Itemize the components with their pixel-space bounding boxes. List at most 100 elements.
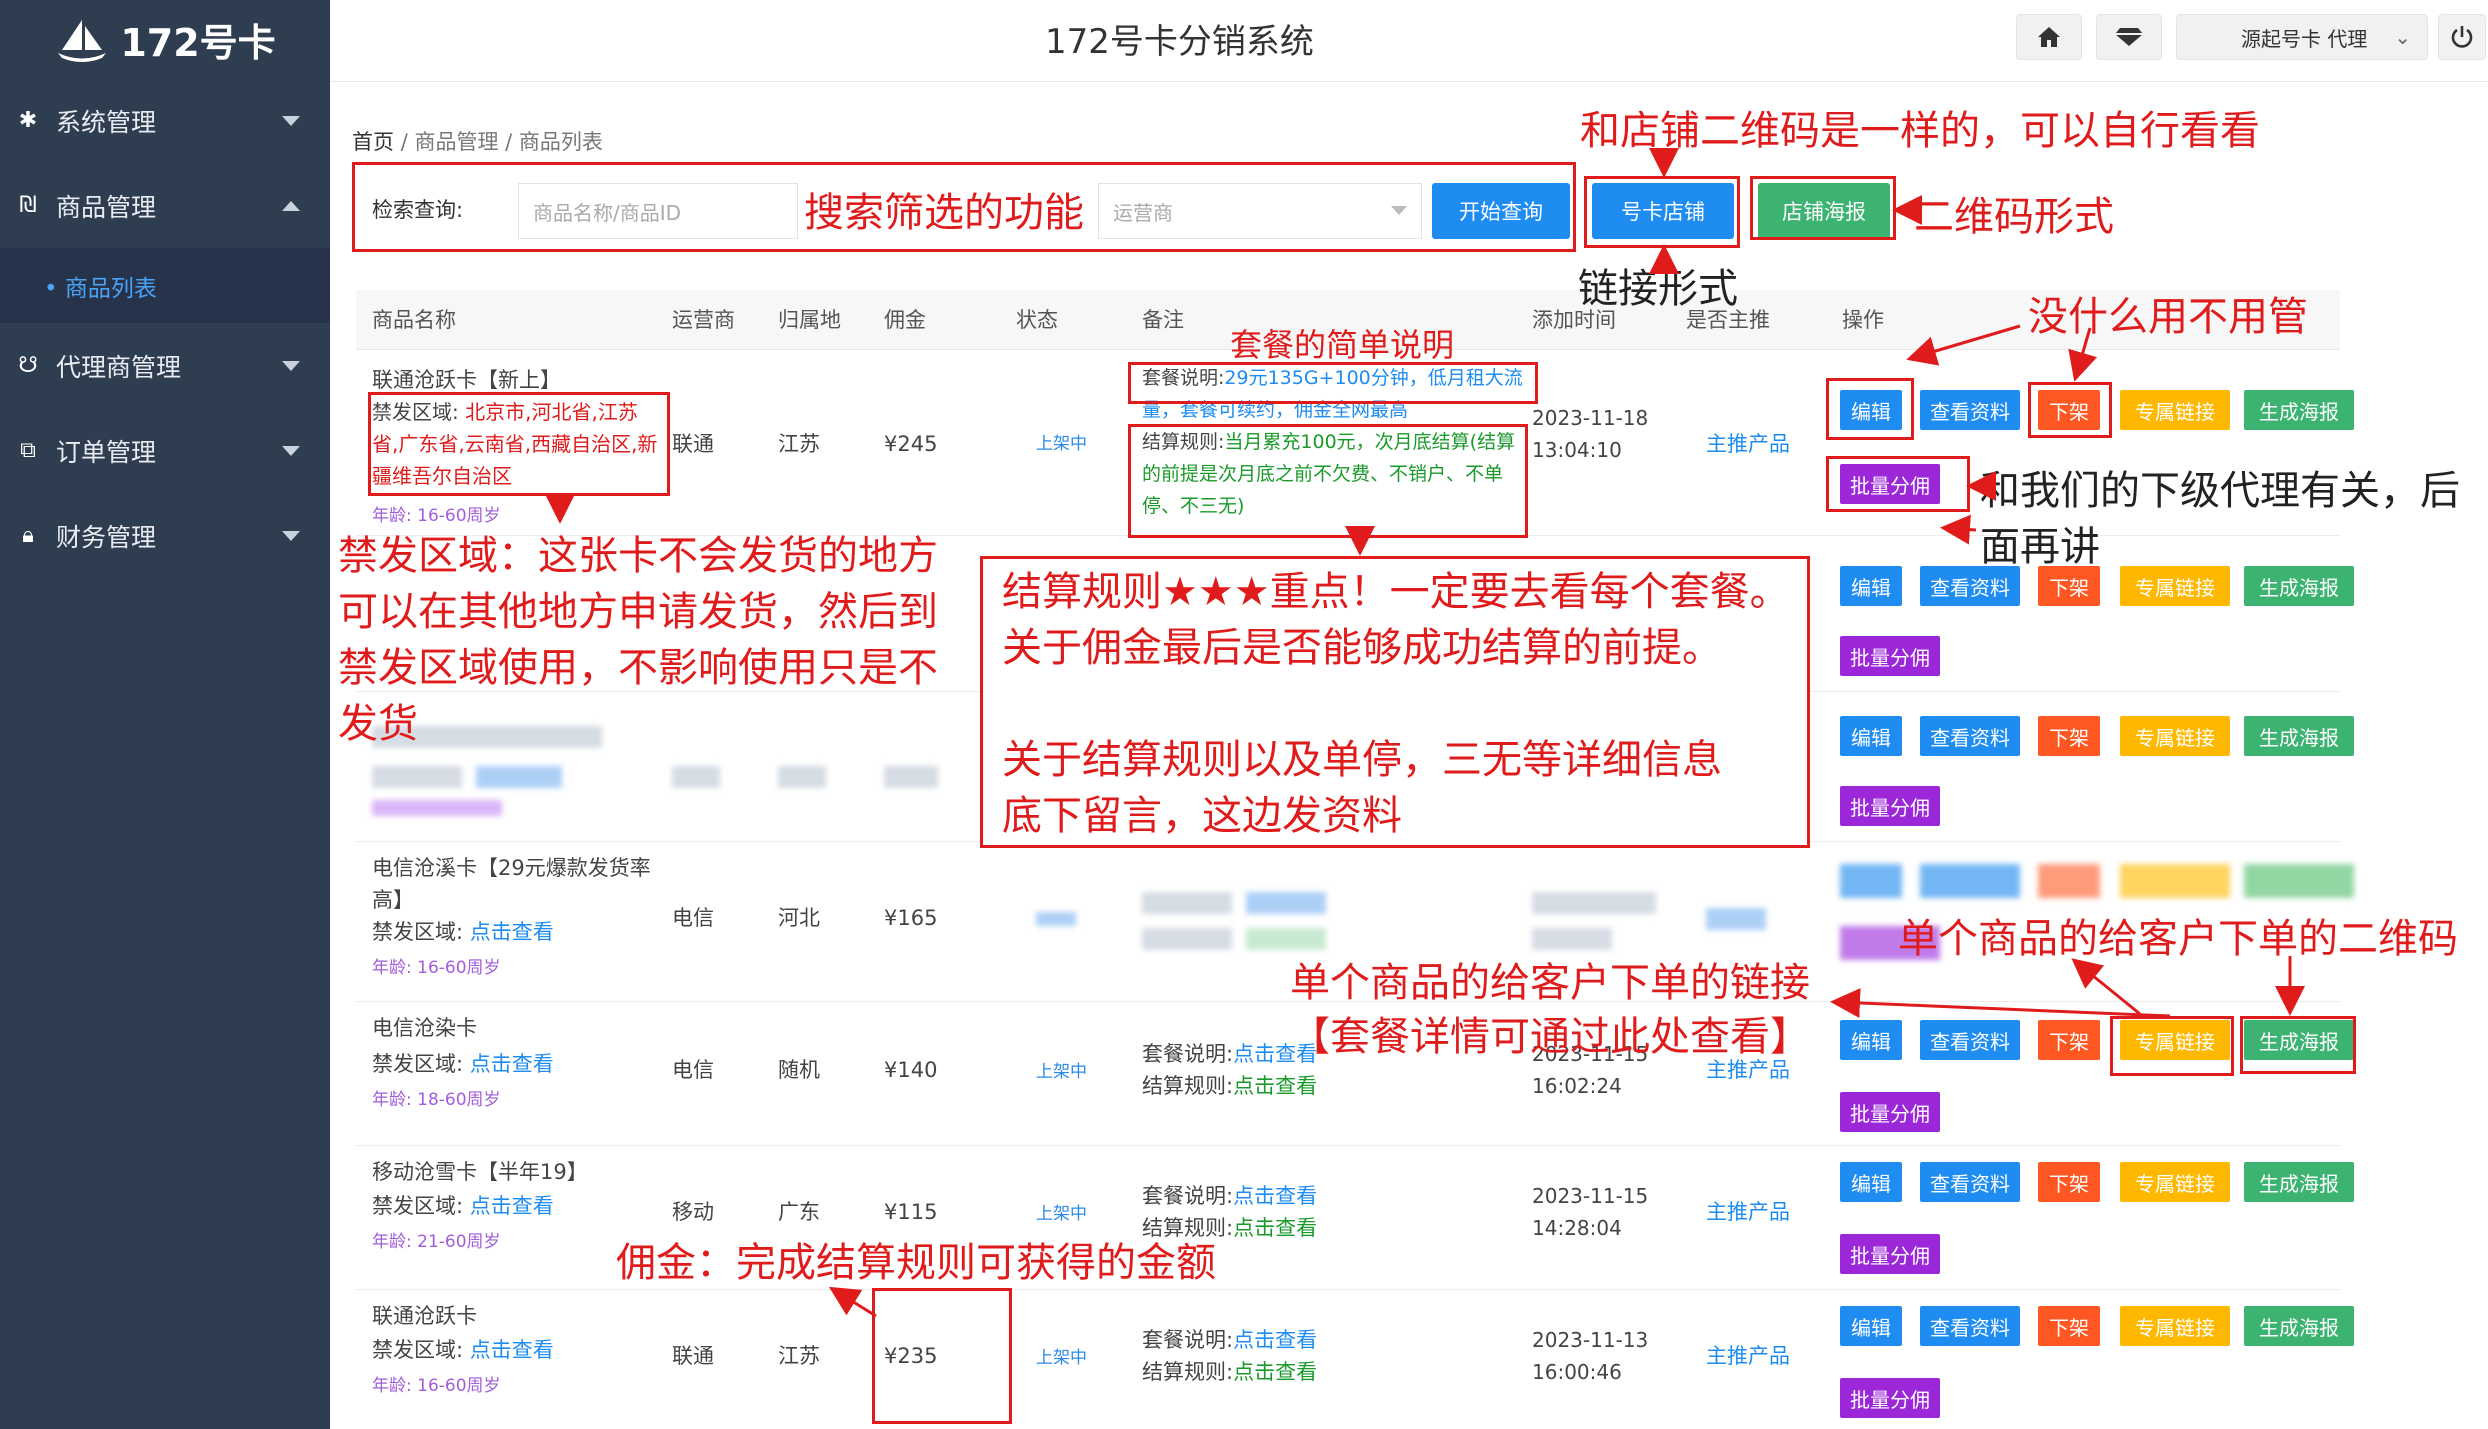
settle-rule-link[interactable]: 点击查看 [1233,1074,1317,1098]
batch-commission-button[interactable]: 批量分佣 [1840,1378,1940,1418]
annotation-box-batch [1826,456,1970,512]
settle-rule: 结算规则:点击查看 [1142,1356,1317,1388]
ban-area: 禁发区域: 点击查看 [372,916,554,948]
blurred-button[interactable] [1840,864,1902,898]
user-menu[interactable]: 源起号卡 代理 ⌄ [2176,14,2428,60]
exclusive-link-button[interactable]: 专属链接 [2120,1306,2230,1346]
plan-desc: 套餐说明:点击查看 [1142,1180,1317,1212]
exclusive-link-button[interactable]: 专属链接 [2120,1162,2230,1202]
view-info-button[interactable]: 查看资料 [1920,390,2020,430]
user-label: 源起号卡 代理 [2241,26,2368,51]
sidebar-subitem-product-list[interactable]: • 商品列表 [0,248,330,323]
breadcrumb: 首页 / 商品管理 / 商品列表 [352,126,603,156]
logo[interactable]: 172号卡 [0,0,330,78]
product-name: 联通沧跃卡 [372,1304,477,1328]
age-range: 年龄: 16-60周岁 [372,1376,501,1396]
ban-area-link[interactable]: 点击查看 [470,920,554,944]
ban-area: 禁发区域: 点击查看 [372,1334,554,1366]
ban-area-link[interactable]: 点击查看 [470,1052,554,1076]
logout-button[interactable] [2438,14,2486,60]
view-info-button[interactable]: 查看资料 [1920,1162,2020,1202]
batch-commission-button[interactable]: 批量分佣 [1840,786,1940,826]
view-info-button[interactable]: 查看资料 [1920,716,2020,756]
sidebar-item-order[interactable]: ⧉ 订单管理 [0,408,330,493]
edit-button[interactable]: 编辑 [1840,716,1902,756]
plan-desc: 套餐说明:点击查看 [1142,1324,1317,1356]
blurred-text [372,766,462,788]
sidebar-item-finance[interactable]: 🔒︎ 财务管理 [0,493,330,578]
breadcrumb-level1[interactable]: 商品管理 [414,130,498,154]
annotation-link-form: 链接形式 [1578,266,1738,312]
sidebar-item-product[interactable]: ₪ 商品管理 [0,163,330,248]
plan-desc-label: 套餐说明: [1142,1328,1234,1352]
settle-rule-link[interactable]: 点击查看 [1233,1216,1317,1240]
view-info-button[interactable]: 查看资料 [1920,566,2020,606]
top-bar: 172号卡分销系统 源起号卡 代理 ⌄ [330,0,2488,82]
edit-button[interactable]: 编辑 [1840,1306,1902,1346]
column-header-operator: 运营商 [672,308,735,332]
ban-area-link[interactable]: 点击查看 [470,1338,554,1362]
breadcrumb-home[interactable]: 首页 [352,130,394,154]
exclusive-link-button[interactable]: 专属链接 [2120,716,2230,756]
generate-poster-button[interactable]: 生成海报 [2244,716,2354,756]
exclusive-link-button[interactable]: 专属链接 [2120,566,2230,606]
region: 随机 [778,1058,820,1082]
annotation-qr-form: 二维码形式 [1914,194,2114,240]
page-title: 172号卡分销系统 [1045,22,1314,62]
annotation-settle-rule: 结算规则★★★重点！一定要去看每个套餐。 关于佣金最后是否能够成功结算的前提。 … [1002,569,1790,839]
status-badge: 上架中 [1036,1204,1087,1224]
table-row: 联通沧跃卡 禁发区域: 点击查看 年龄: 16-60周岁 联通 江苏 ¥235 … [356,1290,2354,1429]
take-down-button[interactable]: 下架 [2038,1020,2100,1060]
edit-button[interactable]: 编辑 [1840,1162,1902,1202]
blurred-text [1142,928,1232,950]
generate-poster-button[interactable]: 生成海报 [2244,1162,2354,1202]
region: 江苏 [778,432,820,456]
annotation-box-edit [1826,378,1914,440]
take-down-button[interactable]: 下架 [2038,1162,2100,1202]
blurred-text [1246,892,1326,914]
view-info-button[interactable]: 查看资料 [1920,1020,2020,1060]
ban-area-link[interactable]: 点击查看 [470,1194,554,1218]
plan-desc-link[interactable]: 点击查看 [1233,1184,1317,1208]
blurred-button[interactable] [2038,864,2100,898]
blurred-button[interactable] [2120,864,2230,898]
ban-area: 禁发区域: 点击查看 [372,1190,554,1222]
annotation-box-poster [2240,1016,2356,1074]
edit-button[interactable]: 编辑 [1840,566,1902,606]
operator: 电信 [672,1058,714,1082]
settle-rule-link[interactable]: 点击查看 [1233,1360,1317,1384]
plan-desc-label: 套餐说明: [1142,1184,1234,1208]
view-info-button[interactable]: 查看资料 [1920,1306,2020,1346]
blurred-text [1246,928,1326,950]
blurred-text [1706,908,1766,930]
edit-button[interactable]: 编辑 [1840,1020,1902,1060]
generate-poster-button[interactable]: 生成海报 [2244,1306,2354,1346]
take-down-button[interactable]: 下架 [2038,1306,2100,1346]
theme-button[interactable] [2096,14,2162,60]
plan-desc-label: 套餐说明: [1142,1042,1234,1066]
home-button[interactable] [2016,14,2082,60]
blurred-text [884,766,938,788]
sidebar-item-agent[interactable]: ☋ 代理商管理 [0,323,330,408]
take-down-button[interactable]: 下架 [2038,566,2100,606]
batch-commission-button[interactable]: 批量分佣 [1840,1092,1940,1132]
plan-desc-link[interactable]: 点击查看 [1233,1328,1317,1352]
annotation-single-link: 单个商品的给客户下单的链接 [1290,960,1810,1006]
take-down-button[interactable]: 下架 [2038,716,2100,756]
commission: ¥115 [884,1200,938,1224]
home-icon [2038,27,2060,47]
add-time: 2023-11-18 13:04:10 [1532,406,1649,462]
age-range: 年龄: 16-60周岁 [372,958,501,978]
exclusive-link-button[interactable]: 专属链接 [2120,390,2230,430]
batch-commission-button[interactable]: 批量分佣 [1840,1234,1940,1274]
chevron-up-icon [282,201,300,211]
generate-poster-button[interactable]: 生成海报 [2244,566,2354,606]
batch-commission-button[interactable]: 批量分佣 [1840,636,1940,676]
blurred-button[interactable] [1920,864,2020,898]
annotation-plan-detail: 【套餐详情可通过此处查看】 [1290,1014,1810,1060]
region: 江苏 [778,1344,820,1368]
annotation-search-function: 搜索筛选的功能 [804,190,1084,236]
generate-poster-button[interactable]: 生成海报 [2244,390,2354,430]
blurred-button[interactable] [2244,864,2354,898]
sidebar-item-system[interactable]: ✱ 系统管理 [0,78,330,163]
